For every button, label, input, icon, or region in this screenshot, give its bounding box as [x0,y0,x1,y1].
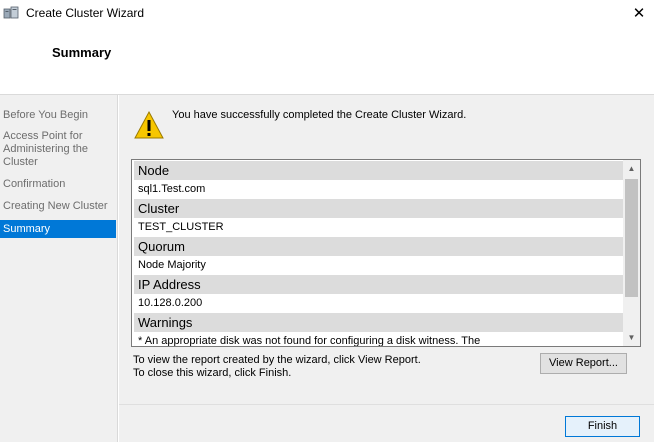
wizard-steps-nav: Before You Begin Access Point for Admini… [0,95,118,442]
report-section-heading: Node [134,161,623,180]
view-report-instruction: To view the report created by the wizard… [133,354,421,366]
report-section-value: Node Majority [134,256,623,275]
scroll-down-icon[interactable]: ▼ [623,329,640,346]
scroll-thumb[interactable] [625,179,638,297]
success-message: You have successfully completed the Crea… [172,109,467,121]
finish-instruction: To close this wizard, click Finish. [133,367,292,379]
report-section-value: TEST_CLUSTER [134,218,623,237]
report-section-value: * An appropriate disk was not found for … [134,332,623,346]
report-content: Node sql1.Test.com Cluster TEST_CLUSTER … [134,161,623,346]
finish-button[interactable]: Finish [565,416,640,437]
close-icon: ✕ [632,5,646,22]
nav-item-access-point[interactable]: Access Point for Administering the Clust… [0,130,116,169]
summary-report[interactable]: Node sql1.Test.com Cluster TEST_CLUSTER … [131,159,641,347]
nav-item-before-you-begin[interactable]: Before You Begin [0,109,116,122]
view-report-button[interactable]: View Report... [540,353,627,374]
scroll-up-icon[interactable]: ▲ [623,160,640,177]
cluster-wizard-icon [3,6,19,19]
window-title: Create Cluster Wizard [26,6,145,20]
nav-item-summary[interactable]: Summary [0,220,116,238]
report-section-heading: IP Address [134,275,623,294]
close-button[interactable]: ✕ [624,0,654,28]
report-section-value: 10.128.0.200 [134,294,623,313]
page-title: Summary [52,45,112,60]
report-section-heading: Warnings [134,313,623,332]
wizard-header: Summary [0,28,654,94]
report-section-heading: Cluster [134,199,623,218]
report-scrollbar[interactable]: ▲ ▼ [623,160,640,346]
report-section-value: sql1.Test.com [134,180,623,199]
footer-bar: Finish [119,405,654,442]
nav-item-confirmation[interactable]: Confirmation [0,178,116,191]
instructions: To view the report created by the wizard… [133,354,421,380]
main-panel: You have successfully completed the Crea… [119,95,654,404]
nav-item-creating-new-cluster[interactable]: Creating New Cluster [0,200,116,213]
warning-icon [134,110,164,139]
title-bar: Create Cluster Wizard ✕ [0,0,654,28]
report-section-heading: Quorum [134,237,623,256]
